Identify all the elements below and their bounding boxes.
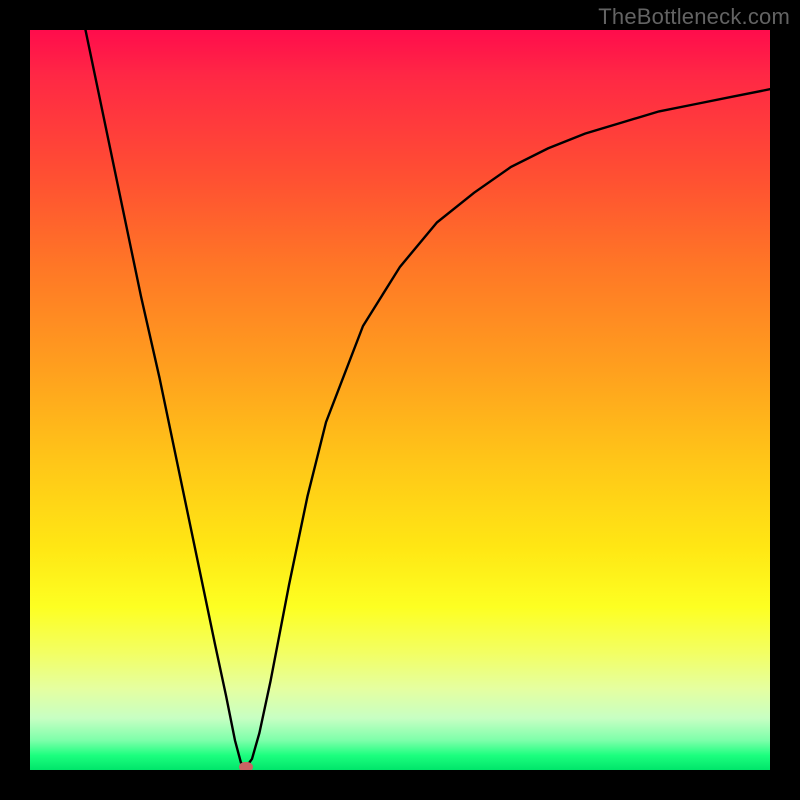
minimum-marker: [239, 762, 253, 770]
bottleneck-curve: [86, 30, 771, 767]
plot-area: [30, 30, 770, 770]
watermark-text: TheBottleneck.com: [598, 4, 790, 30]
curve-layer: [30, 30, 770, 770]
chart-frame: TheBottleneck.com: [0, 0, 800, 800]
